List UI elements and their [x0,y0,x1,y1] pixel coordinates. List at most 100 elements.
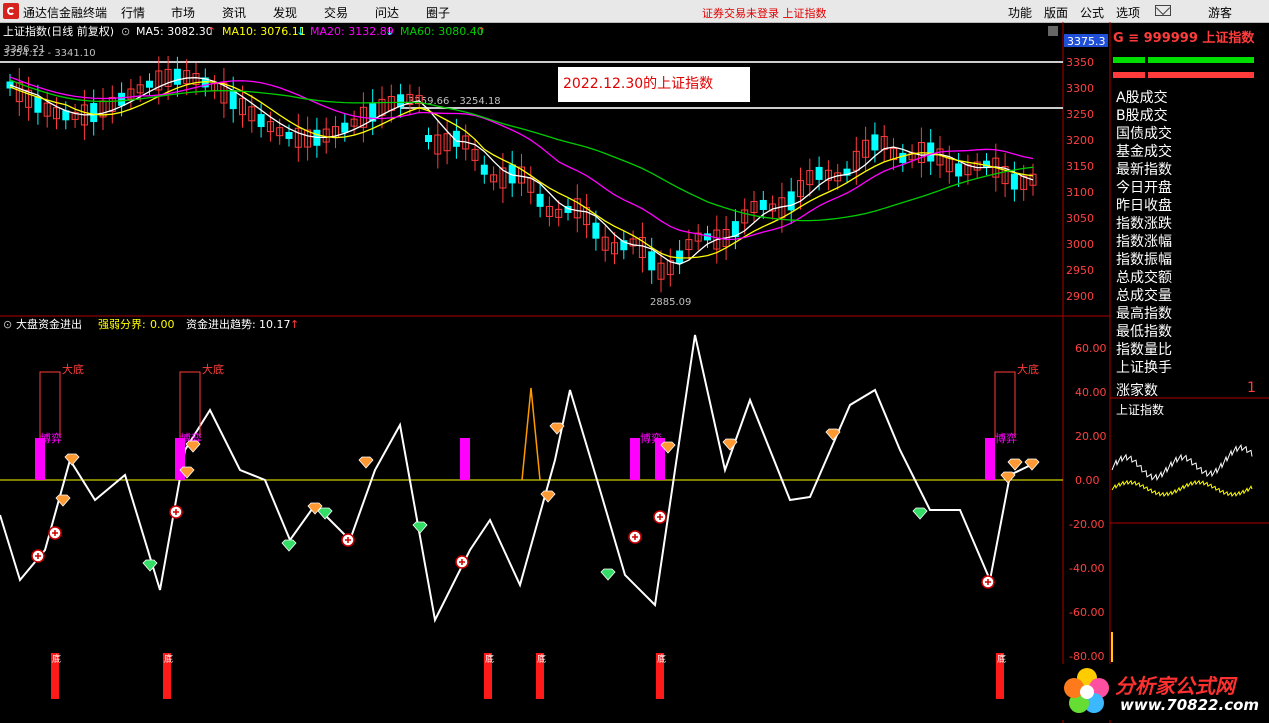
stat-label: 指数涨幅 [1116,234,1172,250]
bottom-label: 大底 [1017,362,1039,376]
ma10-down-arrow-icon: ↓ [296,25,305,38]
menu-circle[interactable]: 圈子 [426,4,450,21]
up-count-value: 1 [1247,380,1256,396]
fund-flow-line [0,334,1036,624]
date-annotation: 2022.12.30的上证指数 [558,67,750,102]
ma10-label: MA10: 3076.11 [222,25,306,38]
orange-diamond-icon [185,440,201,453]
orange-diamond-icon [358,456,374,469]
chart-area[interactable]: 上证指数(日线 前复权) ⊙ MA5: 3082.30 MA10: 3076.1… [0,22,1269,723]
indicator-axis-tick: 60.00 [1075,342,1107,355]
indicator-axis-tick: -20.00 [1069,518,1104,531]
mini-avg-line [1111,479,1253,498]
brand-url: www.70822.com [1120,696,1260,714]
menu-ask[interactable]: 问达 [375,4,399,21]
candle-body [815,166,823,180]
bottom-bar-label: 底 [164,653,173,665]
price-axis-tick: 3200 [1066,134,1094,147]
chart-settings-icon[interactable] [1048,26,1058,36]
candle-body [341,122,349,133]
spike-marker [521,387,541,481]
orange-diamond-icon [722,438,738,451]
orange-diamond-icon [825,428,841,441]
game-label: 博弈 [40,431,62,445]
bottom-label: 大底 [62,362,84,376]
candle-body [899,152,907,163]
menu-formula[interactable]: 公式 [1080,4,1104,21]
candle-body [648,251,656,271]
green-diamond-icon [412,521,428,534]
mini-chart-title: 上证指数 [1116,403,1165,417]
login-notice: 证券交易未登录 上证指数 [702,7,827,20]
menu-discover[interactable]: 发现 [273,4,297,21]
menu-news[interactable]: 资讯 [222,4,246,21]
bottom-marker [179,371,201,438]
orange-diamond-icon [64,453,80,466]
candle-body [229,90,237,110]
flower-logo-icon [1064,668,1109,713]
game-bar [985,438,995,480]
candle-body [1010,173,1018,190]
orange-diamond-icon [1024,458,1040,471]
stat-label: 上证换手 [1116,360,1172,376]
guest-button[interactable]: 游客 [1208,4,1232,21]
menu-quotes[interactable]: 行情 [121,4,145,21]
stat-label: B股成交 [1116,108,1168,124]
price-axis-tick: 3050 [1066,212,1094,225]
collapse-icon[interactable]: ⊙ [121,25,130,38]
mini-volume-bar [1111,632,1113,662]
stat-label: 最新指数 [1116,162,1172,178]
green-diamond-icon [142,559,158,572]
candle-body [34,96,42,113]
stat-label: 总成交量 [1116,288,1172,304]
candle-body [955,163,963,177]
candle-body [173,68,181,85]
strength-value: 0.00 [150,318,175,331]
stat-label: 总成交额 [1116,270,1172,286]
strength-label: 强弱分界: [98,318,146,331]
price-axis-tick: 3300 [1066,82,1094,95]
candle-body [62,110,70,121]
top-left-label: 3354.12 - 3341.10 [3,48,96,59]
candle-body [536,193,544,207]
app-name: 通达信金融终端 [23,6,108,20]
game-bar [460,438,470,480]
menu-market[interactable]: 市场 [171,4,195,21]
indicator-collapse-icon[interactable]: ⊙ [3,318,12,331]
app-logo-icon [3,3,19,19]
candle-body [146,80,153,88]
bottom-marker [994,371,1016,438]
green-diamond-icon [281,539,297,552]
ma5-up-arrow-icon: ↑ [207,25,216,38]
stat-bar-3 [1113,72,1145,78]
indicator-axis-tick: -60.00 [1069,606,1104,619]
mail-icon[interactable] [1155,5,1171,16]
menu-options[interactable]: 选项 [1116,4,1140,21]
price-axis-tick: 3250 [1066,108,1094,121]
game-label: 博弈 [995,431,1017,445]
candle-body [480,164,488,175]
bottom-bar-label: 底 [997,653,1006,665]
stat-label: 今日开盘 [1116,180,1172,196]
price-axis-tick: 3100 [1066,186,1094,199]
price-axis-tick: 3000 [1066,238,1094,251]
orange-diamond-icon [1000,471,1016,484]
bottom-bar-label: 底 [485,653,494,665]
quote-header: G ≡ 999999 上证指数 [1113,27,1254,46]
stat-bar-2 [1148,57,1254,63]
stat-label: 国债成交 [1116,126,1172,142]
bottom-marker [39,371,61,438]
green-diamond-icon [912,507,928,520]
candle-body [425,135,432,143]
chart-title: 上证指数(日线 前复权) [3,24,114,38]
bottom-bar-label: 底 [537,653,546,665]
candle-body [592,222,600,239]
menu-function[interactable]: 功能 [1008,4,1032,21]
stat-label: 最低指数 [1116,324,1172,340]
stat-label: 基金成交 [1116,144,1172,160]
bottom-label: 大底 [202,362,224,376]
stat-label: 昨日收盘 [1116,198,1172,214]
menu-layout[interactable]: 版面 [1044,4,1068,21]
price-axis-tick: 2950 [1066,264,1094,277]
menu-trade[interactable]: 交易 [324,4,348,21]
